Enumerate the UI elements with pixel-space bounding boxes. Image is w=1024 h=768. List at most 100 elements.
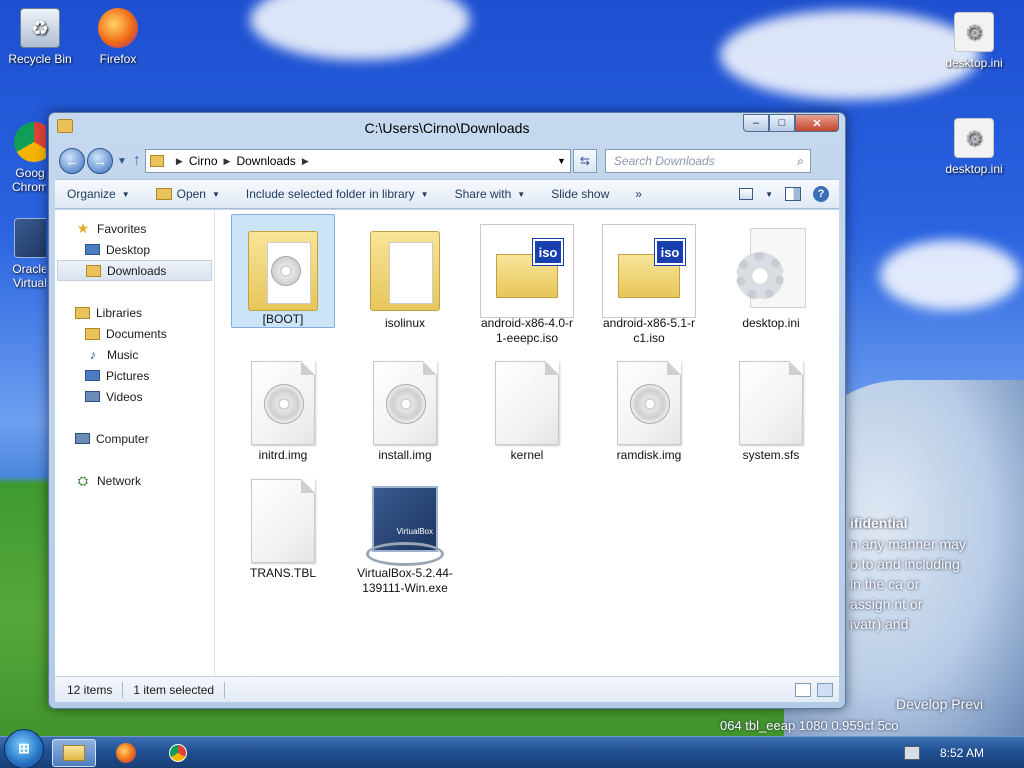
nav-pictures[interactable]: Pictures [55, 365, 214, 386]
clock[interactable]: 8:52 AM [940, 746, 984, 760]
breadcrumb-downloads[interactable]: Downloads [236, 154, 295, 168]
nav-label: Downloads [107, 263, 167, 278]
preview-pane-icon[interactable] [785, 187, 801, 201]
downloads-folder-icon [86, 264, 101, 277]
back-button[interactable]: ← [59, 148, 85, 174]
file-thumbnail [353, 214, 457, 328]
file-name: VirtualBox-5.2.44- 139111-Win.exe [357, 566, 453, 595]
file-item-install[interactable]: install.img [353, 346, 457, 463]
more-commands-button[interactable]: » [635, 187, 642, 201]
share-with-button[interactable]: Share with ▼ [455, 187, 526, 201]
desktop-icon-label: Firefox [99, 52, 137, 66]
nav-label: Desktop [106, 242, 151, 257]
videos-icon [85, 391, 100, 402]
address-bar[interactable]: ▶ Cirno ▶ Downloads ▶ ▼ [144, 149, 571, 173]
search-input[interactable]: Search Downloads ⌕ [604, 149, 811, 173]
star-icon: ★ [76, 220, 90, 236]
file-item-ramdisk[interactable]: ramdisk.img [597, 346, 701, 463]
nav-libraries[interactable]: Libraries [55, 302, 214, 323]
nav-network[interactable]: ⛭ Network [55, 470, 214, 491]
chevron-down-icon: ▼ [121, 189, 130, 199]
file-item-kernel[interactable]: kernel [475, 346, 579, 463]
breadcrumb-cirno[interactable]: Cirno [189, 154, 218, 168]
open-label: Open [176, 187, 206, 201]
chevron-down-icon: ▼ [420, 189, 429, 199]
file-item-isolinux[interactable]: isolinux [353, 214, 457, 331]
nav-downloads[interactable]: Downloads [57, 260, 212, 281]
taskbar-explorer[interactable] [52, 738, 96, 767]
divider [224, 681, 226, 698]
file-name: initrd.img [258, 448, 308, 462]
nav-videos[interactable]: Videos [55, 386, 214, 407]
nav-music[interactable]: ♪ Music [55, 344, 214, 365]
nav-label: Network [97, 473, 142, 488]
taskbar: ⊞ 8:52 AM [0, 728, 1024, 768]
minimize-button[interactable]: – [743, 114, 769, 132]
chevron-right-icon[interactable]: ▶ [302, 156, 309, 167]
chevron-down-icon[interactable]: ▼ [765, 190, 773, 199]
nav-computer[interactable]: Computer [55, 428, 214, 449]
network-tray-icon[interactable] [903, 746, 920, 760]
maximize-button[interactable]: □ [769, 114, 795, 132]
search-placeholder: Search Downloads [613, 154, 715, 168]
chevron-down-icon[interactable]: ▼ [557, 156, 566, 166]
disc-icon [271, 256, 301, 286]
file-item-boot[interactable]: [BOOT] [231, 214, 335, 328]
file-item-desktop-ini[interactable]: desktop.ini [719, 214, 823, 331]
chevron-right-icon[interactable]: ▶ [224, 156, 231, 167]
include-in-library-button[interactable]: Include selected folder in library ▼ [246, 187, 429, 201]
file-item-android-4-iso[interactable]: iso android-x86-4.0-r 1-eeepc.iso [475, 214, 579, 346]
desktop-icon-recycle-bin[interactable]: ♻ Recycle Bin [4, 8, 76, 66]
open-button[interactable]: Open ▼ [155, 187, 220, 201]
file-item-trans-tbl[interactable]: TRANS.TBL [231, 464, 335, 581]
folder-icon [57, 119, 73, 133]
refresh-button[interactable]: ⇆ [572, 149, 597, 173]
desktop-icon-virtualbox[interactable]: Oracle Virtual [0, 218, 46, 290]
wallpaper-text: o to and including [850, 556, 960, 572]
folder-icon [149, 155, 164, 167]
file-item-virtualbox-installer[interactable]: VirtualBox-5.2.44-139111-Win.exe [353, 464, 457, 596]
desktop-icon-desktop-ini[interactable]: ⚙ desktop.ini [938, 118, 1010, 176]
slide-show-button[interactable]: Slide show [551, 187, 609, 201]
change-view-icon[interactable] [739, 188, 754, 200]
music-icon: ♪ [89, 347, 97, 362]
explorer-window[interactable]: C:\Users\Cirno\Downloads – □ ✕ ← → ▼ ↑ ▶… [48, 112, 846, 709]
start-button[interactable]: ⊞ [4, 728, 44, 768]
nav-desktop[interactable]: Desktop [55, 239, 214, 260]
window-controls: – □ ✕ [743, 114, 839, 132]
up-arrow-icon[interactable]: ↑ [133, 152, 141, 170]
file-name: android-x86-4.0-r 1-eeepc.iso [480, 316, 574, 345]
search-icon[interactable]: ⌕ [797, 154, 804, 169]
nav-label: Libraries [96, 305, 143, 320]
chevron-down-icon: ▼ [517, 189, 526, 199]
wallpaper-cloud [880, 240, 1020, 310]
chevron-right-icon[interactable]: ▶ [176, 156, 183, 167]
explorer-body: ★ Favorites Desktop Downloads Libraries D… [55, 210, 839, 676]
taskbar-firefox[interactable] [104, 739, 148, 767]
recycle-bin-icon: ♻ [20, 8, 60, 48]
desktop-icon-chrome[interactable]: Goog Chrom [0, 122, 46, 194]
recent-pages-dropdown[interactable]: ▼ [117, 156, 127, 167]
desktop-icon-firefox[interactable]: Firefox [82, 8, 154, 66]
nav-label: Favorites [97, 221, 147, 236]
folder-open-icon [155, 188, 172, 200]
file-item-android-5-iso[interactable]: iso android-x86-5.1-r c1.iso [597, 214, 701, 346]
window-titlebar[interactable]: C:\Users\Cirno\Downloads – □ ✕ [49, 113, 845, 143]
desktop-icon-desktop-ini[interactable]: ⚙ desktop.ini [938, 12, 1010, 70]
folder-icon [63, 744, 85, 761]
nav-documents[interactable]: Documents [55, 323, 214, 344]
desktop-icon-label: Recycle Bin [8, 52, 72, 66]
organize-button[interactable]: Organize ▼ [67, 187, 130, 201]
close-button[interactable]: ✕ [795, 114, 839, 132]
wallpaper-text: 064 tbl_eeap 1080 0.959cf 5co [720, 718, 899, 733]
file-thumbnail [353, 464, 457, 578]
file-item-system-sfs[interactable]: system.sfs [719, 346, 823, 463]
nav-favorites[interactable]: ★ Favorites [55, 218, 214, 239]
large-icons-view-icon[interactable] [817, 682, 833, 697]
nav-label: Pictures [106, 368, 150, 383]
forward-button[interactable]: → [87, 148, 113, 174]
details-view-icon[interactable] [795, 682, 811, 697]
help-icon[interactable]: ? [813, 186, 829, 202]
file-item-initrd[interactable]: initrd.img [231, 346, 335, 463]
taskbar-chrome[interactable] [156, 739, 200, 767]
